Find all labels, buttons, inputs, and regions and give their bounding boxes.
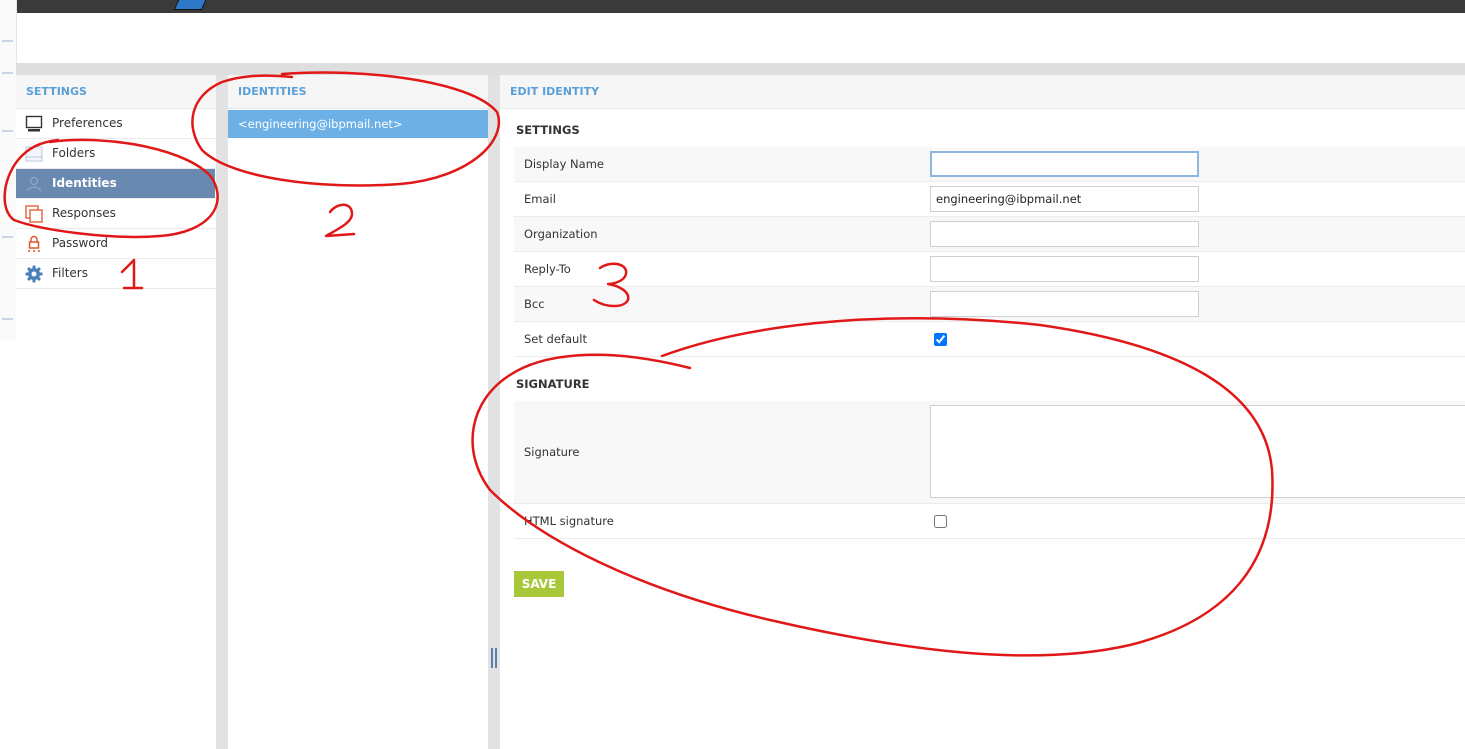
email-label: Email	[524, 192, 556, 206]
sidebar-item-label: Password	[52, 236, 109, 250]
organization-input[interactable]	[930, 221, 1199, 247]
set-default-label: Set default	[524, 332, 588, 346]
email-input[interactable]	[930, 186, 1199, 212]
reply-to-input[interactable]	[930, 256, 1199, 282]
display-name-input[interactable]	[930, 151, 1199, 177]
sidebar-item-preferences[interactable]: Preferences	[16, 109, 216, 139]
header-separator	[16, 63, 1465, 75]
monitor-icon	[25, 115, 43, 132]
sidebar-item-identities[interactable]: Identities	[16, 169, 215, 199]
identity-list-item[interactable]: <engineering@ibpmail.net>	[228, 110, 488, 138]
identities-panel-header: IDENTITIES	[228, 75, 488, 109]
settings-panel-header: SETTINGS	[16, 75, 216, 109]
settings-section-title: SETTINGS	[516, 123, 580, 137]
signature-row: Signature	[514, 401, 1465, 504]
display-name-label: Display Name	[524, 157, 604, 171]
panel-resize-handle[interactable]	[491, 648, 497, 668]
sidebar-item-label: Responses	[52, 206, 116, 220]
edit-identity-header: EDIT IDENTITY	[500, 75, 1465, 109]
organization-row: Organization	[514, 217, 1465, 252]
html-signature-label: HTML signature	[524, 514, 614, 528]
html-signature-checkbox[interactable]	[934, 515, 947, 528]
signature-section-title: SIGNATURE	[516, 377, 590, 391]
html-signature-row: HTML signature	[514, 504, 1465, 539]
sidebar-item-password[interactable]: Password	[16, 229, 216, 259]
app-logo	[173, 0, 207, 10]
sidebar-item-folders[interactable]: Folders	[16, 139, 216, 169]
email-row: Email	[514, 182, 1465, 217]
lock-icon	[28, 235, 40, 252]
reply-to-label: Reply-To	[524, 262, 571, 276]
signature-textarea[interactable]	[930, 405, 1465, 498]
display-name-row: Display Name	[514, 147, 1465, 182]
reply-to-row: Reply-To	[514, 252, 1465, 287]
identities-panel: IDENTITIES <engineering@ibpmail.net>	[228, 75, 488, 749]
settings-panel: SETTINGS Preferences Folders Identities …	[16, 75, 217, 749]
sidebar-item-label: Identities	[52, 176, 117, 190]
organization-label: Organization	[524, 227, 598, 241]
folder-icon	[25, 146, 43, 162]
signature-label: Signature	[524, 445, 580, 459]
sidebar-item-filters[interactable]: Filters	[16, 259, 216, 289]
identity-icon	[26, 176, 42, 192]
save-button[interactable]: SAVE	[514, 571, 564, 597]
gear-icon	[25, 265, 43, 283]
sidebar-item-responses[interactable]: Responses	[16, 199, 216, 229]
responses-icon	[25, 205, 43, 223]
set-default-row: Set default	[514, 322, 1465, 357]
sidebar-item-label: Folders	[52, 146, 96, 160]
sidebar-item-label: Filters	[52, 266, 88, 280]
set-default-checkbox[interactable]	[934, 333, 947, 346]
sidebar-item-label: Preferences	[52, 116, 123, 130]
background-window-edge	[0, 0, 17, 340]
panel-gutter	[216, 75, 228, 749]
edit-identity-panel: EDIT IDENTITY SETTINGS Display Name Emai…	[500, 75, 1465, 749]
bcc-label: Bcc	[524, 297, 545, 311]
bcc-input[interactable]	[930, 291, 1199, 317]
bcc-row: Bcc	[514, 287, 1465, 322]
top-bar	[16, 0, 1465, 13]
